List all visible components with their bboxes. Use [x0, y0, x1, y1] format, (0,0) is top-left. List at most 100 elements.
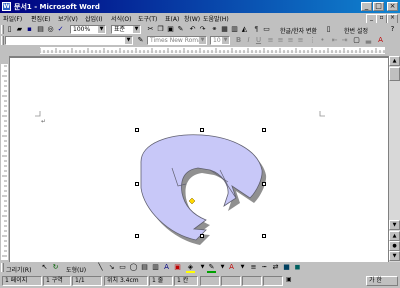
toolbar-grip[interactable] — [1, 36, 4, 45]
toolbar-grip[interactable] — [1, 25, 4, 34]
status-rec[interactable] — [200, 276, 220, 286]
print-icon[interactable]: ▤ — [36, 25, 45, 34]
browse-object-button[interactable]: ● — [389, 241, 400, 251]
minimize-button[interactable]: _ — [361, 2, 372, 11]
font-name-select[interactable]: ▼ — [5, 36, 133, 45]
scroll-thumb[interactable] — [389, 67, 400, 81]
wordart-icon[interactable]: A — [162, 263, 171, 272]
scroll-up-button[interactable]: ▲ — [389, 56, 400, 66]
bold-icon[interactable]: B — [234, 36, 243, 45]
selection-handle-tl[interactable] — [135, 128, 139, 132]
help-icon[interactable]: ? — [388, 25, 397, 34]
status-ext[interactable] — [242, 276, 262, 286]
chart-icon[interactable]: ▯ — [324, 25, 333, 34]
word-app-icon[interactable]: W — [2, 2, 11, 11]
ime-indicator[interactable]: 가 한 — [366, 276, 398, 286]
draw-menu-button[interactable]: 그리기(R) — [6, 265, 31, 274]
highlight-icon[interactable]: ▃ — [364, 36, 373, 45]
selection-handle-tr[interactable] — [262, 128, 266, 132]
next-page-button[interactable]: ▼ — [389, 251, 400, 261]
vertical-text-box-icon[interactable]: ▥ — [151, 263, 160, 272]
columns-icon[interactable]: ▥ — [230, 25, 239, 34]
toolbar-grip[interactable] — [1, 263, 4, 272]
maximize-button[interactable]: □ — [373, 2, 384, 11]
horizontal-ruler[interactable] — [0, 45, 400, 56]
format-painter-icon[interactable]: ✎ — [176, 25, 185, 34]
decrease-indent-icon[interactable]: ⇤ — [330, 36, 339, 45]
adjust-handle[interactable] — [188, 197, 196, 205]
line-style-icon[interactable]: ≡ — [249, 263, 258, 272]
bullets-icon[interactable]: • — [318, 36, 327, 45]
chevron-down-icon[interactable]: ▼ — [199, 37, 206, 44]
arrow-style-icon[interactable]: ⇄ — [271, 263, 280, 272]
redo-icon[interactable]: ↷ — [198, 25, 207, 34]
drawing-icon[interactable]: ◭ — [240, 25, 249, 34]
save-icon[interactable]: ▪ — [25, 25, 34, 34]
menu-view[interactable]: 보기(V) — [58, 14, 78, 23]
doc-map-icon[interactable]: ▭ — [262, 25, 271, 34]
align-left-icon[interactable]: ≡ — [266, 36, 275, 45]
increase-indent-icon[interactable]: ⇥ — [340, 36, 349, 45]
selection-handle-bl[interactable] — [135, 234, 139, 238]
italic-icon[interactable]: I — [244, 36, 253, 45]
chevron-down-icon[interactable]: ▼ — [198, 263, 207, 272]
vertical-scrollbar[interactable]: ▲ ▼ ▲ ● ▼ — [389, 56, 400, 262]
selection-handle-mr[interactable] — [262, 182, 266, 186]
clipart-icon[interactable]: ▣ — [173, 263, 182, 272]
menu-tools[interactable]: 도구(T) — [138, 14, 157, 23]
chevron-down-icon[interactable]: ▼ — [98, 26, 105, 33]
table-icon[interactable]: ▦ — [220, 25, 229, 34]
spelling-icon[interactable]: ✓ — [56, 25, 65, 34]
line-icon[interactable]: ╲ — [96, 263, 105, 272]
align-right-icon[interactable]: ≡ — [286, 36, 295, 45]
selection-handle-br[interactable] — [262, 234, 266, 238]
oval-icon[interactable]: ◯ — [129, 263, 138, 272]
scroll-down-button[interactable]: ▼ — [389, 220, 400, 230]
pen-icon[interactable]: ✎ — [136, 36, 145, 45]
style-select[interactable]: 표준 ▼ — [111, 25, 141, 34]
font-color-icon[interactable]: A — [227, 263, 236, 272]
cut-icon[interactable]: ✂ — [146, 25, 155, 34]
hyperlink-icon[interactable]: ⚭ — [210, 25, 219, 34]
chevron-down-icon[interactable]: ▼ — [222, 37, 229, 44]
close-button[interactable]: × — [387, 2, 398, 11]
new-icon[interactable]: ▯ — [5, 25, 14, 34]
shadow-icon[interactable]: ■ — [282, 263, 291, 272]
copy-icon[interactable]: ❐ — [156, 25, 165, 34]
chevron-down-icon[interactable]: ▼ — [218, 263, 227, 272]
menu-insert[interactable]: 삽입(I) — [85, 14, 103, 23]
arrow-icon[interactable]: ↘ — [107, 263, 116, 272]
font-color-icon[interactable]: A — [376, 36, 385, 45]
prev-page-button[interactable]: ▲ — [389, 231, 400, 241]
font-size-select[interactable]: 10 ▼ — [210, 36, 230, 45]
menu-help[interactable]: 도움말(H) — [203, 14, 229, 23]
border-icon[interactable]: ▢ — [352, 36, 361, 45]
dash-style-icon[interactable]: ┅ — [260, 263, 269, 272]
text-box-icon[interactable]: ▤ — [140, 263, 149, 272]
show-marks-icon[interactable]: ¶ — [252, 25, 261, 34]
selection-handle-ml[interactable] — [135, 182, 139, 186]
menu-window[interactable]: 창(W) — [184, 14, 200, 23]
menu-table[interactable]: 표(A) — [165, 14, 179, 23]
document-page[interactable]: ↵ — [10, 58, 388, 262]
vertical-ruler[interactable] — [0, 56, 9, 262]
selection-handle-bc[interactable] — [200, 234, 204, 238]
paste-icon[interactable]: ▣ — [166, 25, 175, 34]
justify-icon[interactable]: ≡ — [296, 36, 305, 45]
underline-icon[interactable]: U — [254, 36, 263, 45]
status-trk[interactable] — [221, 276, 241, 286]
menu-file[interactable]: 파일(F) — [3, 14, 22, 23]
chevron-down-icon[interactable]: ▼ — [125, 37, 132, 44]
open-icon[interactable]: ▰ — [15, 25, 24, 34]
autoshapes-menu-button[interactable]: 도형(U) — [66, 265, 86, 274]
chevron-down-icon[interactable]: ▼ — [133, 26, 140, 33]
align-center-icon[interactable]: ≡ — [276, 36, 285, 45]
font-family-select[interactable]: Times New Roman ▼ — [147, 36, 207, 45]
selection-handle-tc[interactable] — [200, 128, 204, 132]
print-preview-icon[interactable]: ◎ — [46, 25, 55, 34]
3d-icon[interactable]: ◼ — [293, 263, 302, 272]
menu-edit[interactable]: 편집(E) — [31, 14, 51, 23]
status-ovr[interactable] — [263, 276, 283, 286]
spelling-status-icon[interactable]: ▣ — [284, 276, 296, 286]
rectangle-icon[interactable]: ▭ — [118, 263, 127, 272]
